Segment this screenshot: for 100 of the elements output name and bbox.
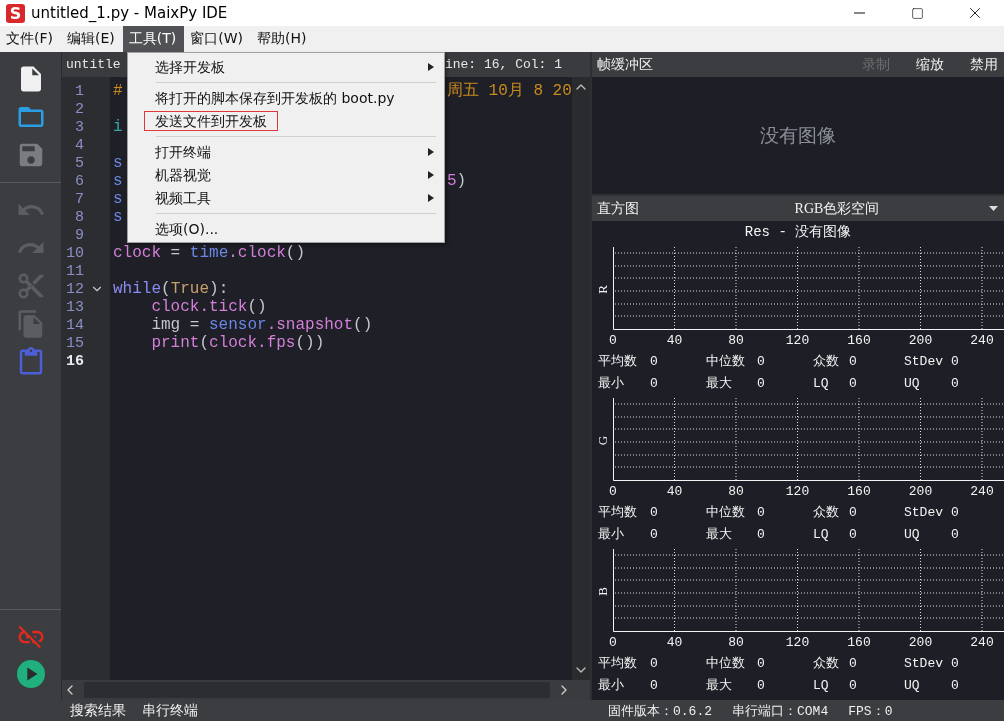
axis-tick-label: 200 (908, 332, 933, 350)
menu-item-label: 视频工具 (154, 188, 212, 208)
line-number: 9 (74, 226, 84, 244)
line-number: 12 (65, 280, 84, 298)
axis-tick-label: 40 (666, 483, 683, 501)
code-line: print(clock.fps()) (151, 334, 325, 352)
maximize-icon (910, 6, 924, 20)
stat-value: 0 (757, 504, 766, 520)
code-line: # (113, 82, 123, 100)
line-number: 16 (65, 352, 84, 370)
axis-tick-label: 200 (908, 483, 933, 501)
stat-value: 0 (849, 655, 858, 671)
axis-tick-label: 240 (970, 483, 994, 501)
stat-value: 0 (849, 353, 858, 369)
menu-item-label: 机器视觉 (154, 165, 212, 185)
stat-label: 中位数 (706, 353, 746, 370)
line-number: 14 (65, 316, 84, 334)
output-tab[interactable]: 搜索结果 (70, 701, 126, 720)
menu-item[interactable]: 打开终端 (128, 140, 444, 163)
code-line: s (113, 208, 123, 226)
dropdown-arrow-icon (989, 206, 998, 211)
stat-label: LQ (813, 526, 830, 542)
stat-value: 0 (650, 677, 659, 693)
axis-tick-label: 160 (847, 332, 871, 350)
menu-title[interactable]: 窗口(W) (184, 26, 252, 52)
stat-value: 0 (650, 353, 659, 369)
run-button[interactable] (16, 660, 45, 688)
stat-value: 0 (849, 526, 858, 542)
axis-label: G (593, 434, 611, 448)
stat-label: 中位数 (706, 655, 746, 672)
axis-tick-label: 0 (609, 483, 617, 501)
axis-tick-label: 120 (785, 634, 810, 652)
code-line: s (113, 172, 123, 190)
stat-label: LQ (813, 677, 830, 693)
serial-port: 串行端口：COM4 (732, 702, 829, 720)
line-number: 15 (65, 334, 84, 352)
stat-label: 平均数 (598, 655, 638, 672)
stat-value: 0 (650, 504, 659, 520)
panel-title: 直方图 (597, 199, 639, 218)
axis-tick-label: 160 (847, 483, 871, 501)
stat-value: 0 (849, 677, 858, 693)
code-line: 周五 10月 8 20 (447, 82, 572, 100)
menu-item[interactable]: 机器视觉 (128, 163, 444, 186)
menu-item[interactable]: 发送文件到开发板 (128, 109, 444, 132)
stat-value: 0 (757, 655, 766, 671)
axis-label: R (593, 284, 611, 296)
menu-item-label: 选项(O)... (154, 219, 220, 239)
stat-label: StDev (904, 504, 944, 520)
axis-tick-label: 40 (666, 634, 683, 652)
stat-label: 最小 (598, 375, 625, 392)
stat-label: 最小 (598, 526, 625, 543)
code-line: clock = time.clock() (113, 244, 306, 262)
line-number: 13 (65, 298, 84, 316)
stat-value: 0 (849, 375, 858, 391)
line-number: 10 (65, 244, 84, 262)
code-line: s (113, 154, 123, 172)
output-tab[interactable]: 串行终端 (142, 701, 198, 720)
code-line: i (113, 118, 123, 136)
stat-label: 中位数 (706, 504, 746, 521)
line-number: 7 (74, 190, 84, 208)
stat-label: 最小 (598, 677, 625, 694)
panel-action[interactable]: 缩放 (916, 55, 944, 74)
stat-label: UQ (904, 375, 921, 391)
vertical-scrollbar[interactable] (572, 77, 590, 680)
cursor-position: ine: 16, Col: 1 (444, 57, 562, 72)
cut-icon (15, 271, 46, 301)
color-space-dropdown[interactable]: RGB色彩空间 (665, 199, 998, 218)
menu-title[interactable]: 文件(F) (0, 26, 61, 52)
stat-label: UQ (904, 677, 921, 693)
menu-item[interactable]: 选项(O)... (128, 217, 444, 240)
stat-label: 平均数 (598, 353, 638, 370)
stat-value: 0 (757, 526, 766, 542)
menu-title[interactable]: 帮助(H) (251, 26, 315, 52)
submenu-arrow-icon (428, 62, 434, 71)
code-line: img = sensor.snapshot() (151, 316, 373, 334)
stat-label: LQ (813, 375, 830, 391)
menu-item-label: 打开终端 (154, 142, 212, 162)
submenu-arrow-icon (428, 170, 434, 179)
editor-tab[interactable]: untitle (66, 57, 121, 72)
stat-value: 0 (650, 655, 659, 671)
line-number: 2 (74, 100, 84, 118)
stat-value: 0 (951, 504, 960, 520)
stat-label: StDev (904, 353, 944, 369)
code-line: s (113, 190, 123, 208)
menu-item[interactable]: 将打开的脚本保存到开发板的 boot.py (128, 86, 444, 109)
axis-tick-label: 80 (728, 634, 744, 652)
axis-tick-label: 120 (785, 483, 810, 501)
stat-label: 众数 (813, 353, 840, 370)
stat-label: 众数 (813, 655, 840, 672)
menu-title[interactable]: 工具(T) (122, 26, 185, 52)
axis-tick-label: 120 (785, 332, 810, 350)
stat-value: 0 (951, 526, 960, 542)
code-line: clock.tick() (151, 298, 267, 316)
menu-item[interactable]: 视频工具 (128, 186, 444, 209)
menu-title[interactable]: 编辑(E) (61, 26, 123, 52)
stat-value: 0 (951, 353, 960, 369)
panel-title: 帧缓冲区 (597, 55, 654, 74)
panel-action[interactable]: 禁用 (970, 55, 998, 74)
menu-item[interactable]: 选择开发板 (128, 55, 444, 78)
line-number: 5 (74, 154, 84, 172)
